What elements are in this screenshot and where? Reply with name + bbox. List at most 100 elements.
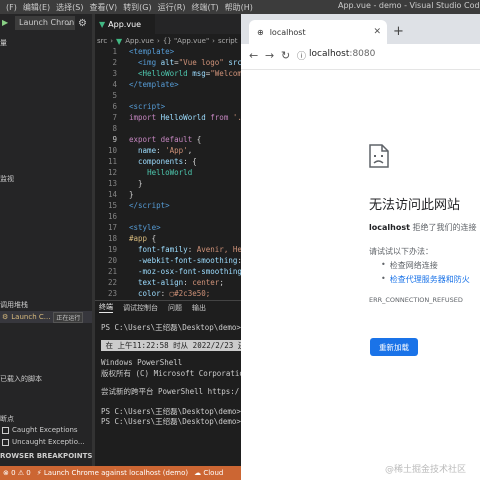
try-item-label: 检查网络连接 [389,261,438,270]
line-number: 13 [107,179,117,188]
line-number: 6 [112,102,117,111]
debug-session-status[interactable]: ⚡ Launch Chrome against localhost (demo) [37,469,188,477]
breadcrumb-item[interactable]: script [218,37,238,45]
loaded-scripts-section-header[interactable]: 已载入的脚本 [0,374,42,384]
vue-file-icon: ▼ [99,19,106,29]
menu-selection[interactable]: 选择(S) [56,2,83,13]
checkbox-icon [2,426,9,434]
problems-count[interactable]: ⊗ 0 ⚠ 0 [3,469,31,477]
debug-session-icon: ⚙ [2,313,9,321]
code-line: <style> [129,223,161,232]
tab-app-vue[interactable]: ▼ App.vue [95,14,155,34]
debug-sidebar: ▶ Launch Chron ⌄ ⚙ 量 监视 调用堆栈 ⚙ Launch C.… [0,14,92,466]
menu-help[interactable]: 帮助(H) [225,2,253,13]
line-number: 3 [112,69,117,78]
code-line: <HelloWorld msg="Welcome [138,69,241,78]
watermark: @稀土掘金技术社区 [385,465,467,475]
close-icon[interactable]: ✕ [373,27,381,37]
callstack-section-header[interactable]: 调用堆栈 [0,300,28,310]
variables-section-header[interactable]: 量 [0,38,7,48]
terminal-line: 版权所有 (C) Microsoft Corporation [101,369,241,378]
launch-config-select[interactable]: Launch Chron ⌄ [15,16,75,30]
uncaught-exceptions-checkbox[interactable]: Uncaught Exceptio... [2,438,85,446]
terminal-line: Windows PowerShell [101,358,183,367]
new-tab-button[interactable]: + [393,24,404,39]
code-line: -webkit-font-smoothing: [138,256,241,265]
error-code: ERR_CONNECTION_REFUSED [369,296,463,304]
breadcrumb-item[interactable]: src [97,37,107,45]
tab-output[interactable]: 输出 [192,303,206,313]
try-item: • 检查网络连接 [381,260,438,270]
address-bar[interactable]: localhost:8080 [309,49,375,59]
browser-breakpoints-header[interactable]: ROWSER BREAKPOINTS [0,452,92,460]
callstack-item[interactable]: ⚙ Launch C... 正在运行 [0,311,92,323]
reload-button[interactable]: 重新加载 [370,338,418,356]
code-line: <template> [129,47,175,56]
menu-edit[interactable]: 编辑(E) [23,2,50,13]
code-editor[interactable]: 1 2 3 4 5 6 7 8 9 10 11 12 13 14 15 16 1… [95,47,241,297]
error-subtitle: localhost 拒绝了我们的连接 [369,222,476,233]
site-info-icon[interactable]: ⓘ [297,49,306,62]
line-number: 20 [107,256,117,265]
tab-terminal[interactable]: 终端 [99,302,113,313]
browser-tabstrip: ⊕ localhost ✕ + [241,14,480,44]
editor-tabbar: ▼ App.vue [95,14,241,34]
globe-icon: ⊕ [257,27,264,37]
try-item-link[interactable]: • 检查代理服务器和防火 [381,274,470,285]
uncaught-exceptions-label: Uncaught Exceptio... [12,438,85,446]
code-line: import HelloWorld from '. [129,113,241,122]
caught-exceptions-checkbox[interactable]: Caught Exceptions [2,426,78,434]
menu-terminal[interactable]: 终端(T) [191,2,218,13]
tab-problems[interactable]: 问题 [168,303,182,313]
line-number: 23 [107,289,117,297]
back-icon[interactable]: ← [249,49,258,62]
error-title: 无法访问此网站 [369,198,461,213]
try-heading: 请试试以下办法： [369,247,433,256]
terminal-line: 尝试新的跨平台 PowerShell https:/ [101,387,240,396]
terminal[interactable]: PS C:\Users\王绍磊\Desktop\demo> 在 上午11:22:… [95,314,241,466]
try-item-label: 检查代理服务器和防火 [389,275,470,284]
line-number: 12 [107,168,117,177]
code-line: </template> [129,80,179,89]
browser-tab[interactable]: ⊕ localhost ✕ [249,20,387,44]
code-line: name: 'App', [138,146,193,155]
line-number: 14 [107,190,117,199]
watch-section-header[interactable]: 监视 [0,174,14,184]
breadcrumb-item[interactable]: App.vue [125,37,154,45]
code-line: text-align: center; [138,278,224,287]
code-line: font-family: Avenir, He [138,245,241,254]
reload-icon[interactable]: ↻ [281,49,290,62]
gear-icon[interactable]: ⚙ [78,18,87,29]
code-line: } [138,179,143,188]
start-debugging-button[interactable]: ▶ [2,18,12,28]
line-number: 8 [112,124,117,133]
menu-go[interactable]: 转到(G) [123,2,151,13]
line-number: 7 [112,113,117,122]
code-line: -moz-osx-font-smoothing [138,267,241,276]
line-number: 5 [112,91,117,100]
breakpoints-section-header[interactable]: 断点 [0,414,14,424]
forward-icon[interactable]: → [265,49,274,62]
terminal-line: PS C:\Users\王绍磊\Desktop\demo> [101,417,241,426]
menu-view[interactable]: 查看(V) [89,2,117,13]
line-number: 18 [107,234,117,243]
browser-toolbar: ← → ↻ ⓘ localhost:8080 [241,44,480,70]
line-number: 17 [107,223,117,232]
chevron-down-icon: ⌄ [66,19,72,27]
sad-document-icon [369,144,389,168]
error-page: 无法访问此网站 localhost 拒绝了我们的连接 请试试以下办法： • 检查网… [241,70,480,480]
tab-debug-console[interactable]: 调试控制台 [123,303,158,313]
panel-tabbar: 终端 调试控制台 问题 输出 [95,300,241,314]
debug-toolbar: ▶ Launch Chron ⌄ ⚙ [0,14,92,32]
url-host: localhost [309,49,350,59]
cloud-status[interactable]: ☁ Cloud [194,469,223,477]
breadcrumb-item[interactable]: {} "App.vue" [163,37,209,45]
menu-file[interactable]: (F) [6,3,17,12]
menu-run[interactable]: 运行(R) [158,2,186,13]
callstack-item-label: Launch C... [11,313,51,321]
line-number: 11 [107,157,117,166]
code-line: <img alt="Vue logo" src [138,58,241,67]
browser-window: ⊕ localhost ✕ + ← → ↻ ⓘ localhost:8080 无… [241,14,480,480]
window-title: App.vue - demo - Visual Studio Code [338,1,480,10]
terminal-line: PS C:\Users\王绍磊\Desktop\demo> [101,323,241,332]
